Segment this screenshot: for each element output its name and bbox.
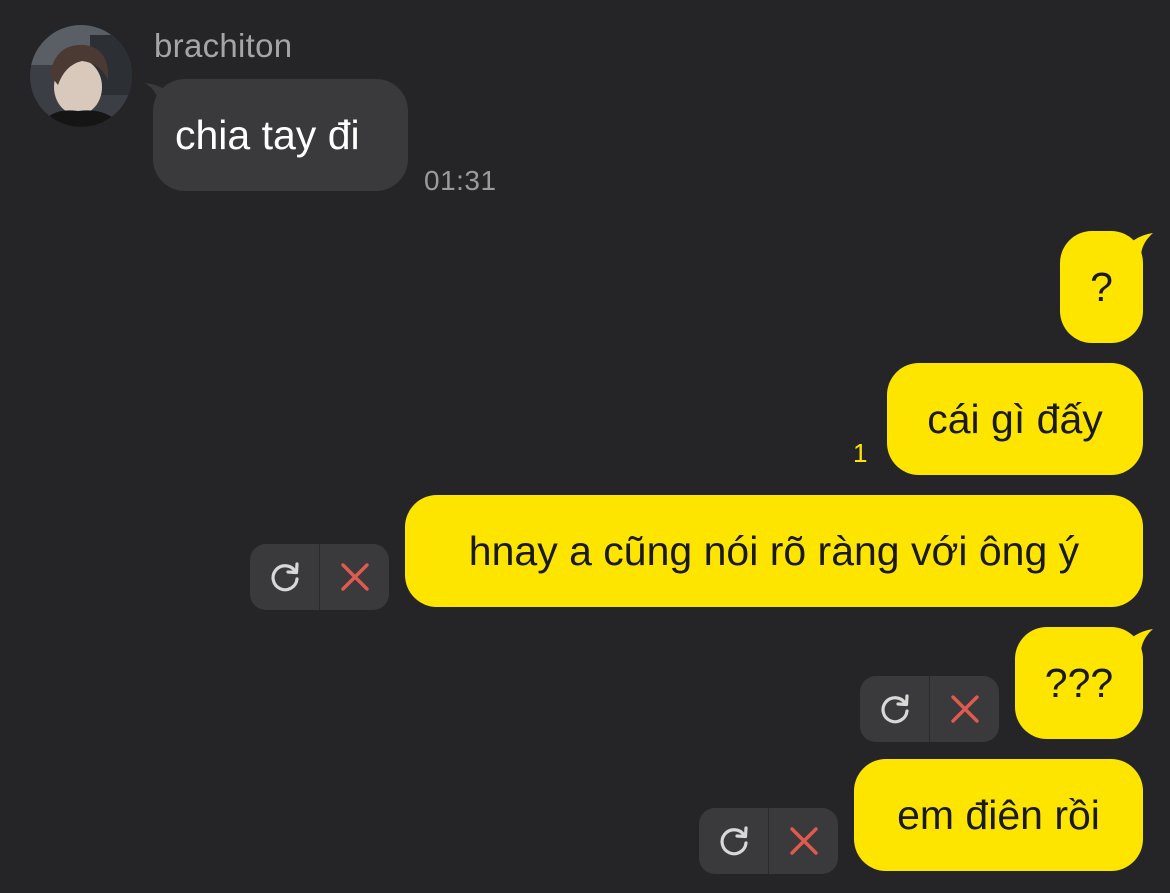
retry-button[interactable] (860, 676, 929, 742)
delete-button[interactable] (769, 808, 838, 874)
retry-button[interactable] (250, 544, 319, 610)
chat-window: brachiton chia tay đi 01:31 ? 1 cái gì đ… (0, 0, 1170, 893)
retry-icon (270, 562, 299, 592)
retry-icon (719, 826, 748, 856)
bubble-tail (1119, 233, 1153, 263)
delete-icon (950, 695, 979, 723)
outgoing-message-bubble[interactable]: ? (1060, 231, 1153, 343)
outgoing-message-bubble[interactable]: hnay a cũng nói rõ ràng với ông ý (405, 495, 1143, 607)
failed-message-actions (699, 808, 838, 874)
message-timestamp: 01:31 (424, 165, 497, 196)
incoming-message-text: chia tay đi (175, 111, 360, 158)
outgoing-message-bubble[interactable]: cái gì đấy (887, 363, 1143, 475)
delete-icon (340, 563, 369, 591)
retry-button[interactable] (699, 808, 768, 874)
sender-avatar[interactable] (30, 25, 132, 127)
outgoing-message-text: ??? (1044, 659, 1114, 706)
failed-message-actions (860, 676, 999, 742)
outgoing-message-text: ? (1090, 263, 1113, 310)
delete-button[interactable] (320, 544, 389, 610)
delete-button[interactable] (930, 676, 999, 742)
sender-name: brachiton (154, 27, 293, 64)
outgoing-message-bubble[interactable]: em điên rồi (854, 759, 1143, 871)
unread-count: 1 (853, 438, 868, 468)
failed-message-actions (250, 544, 389, 610)
bubble-tail (1119, 629, 1153, 659)
outgoing-message-text: em điên rồi (897, 791, 1100, 838)
outgoing-message-text: cái gì đấy (927, 395, 1103, 442)
retry-icon (880, 694, 909, 724)
outgoing-message-text: hnay a cũng nói rõ ràng với ông ý (468, 527, 1080, 574)
bubble-tail (145, 83, 175, 109)
incoming-message-bubble[interactable]: chia tay đi (145, 79, 408, 191)
delete-icon (789, 827, 818, 855)
outgoing-message-bubble[interactable]: ??? (1015, 627, 1153, 739)
